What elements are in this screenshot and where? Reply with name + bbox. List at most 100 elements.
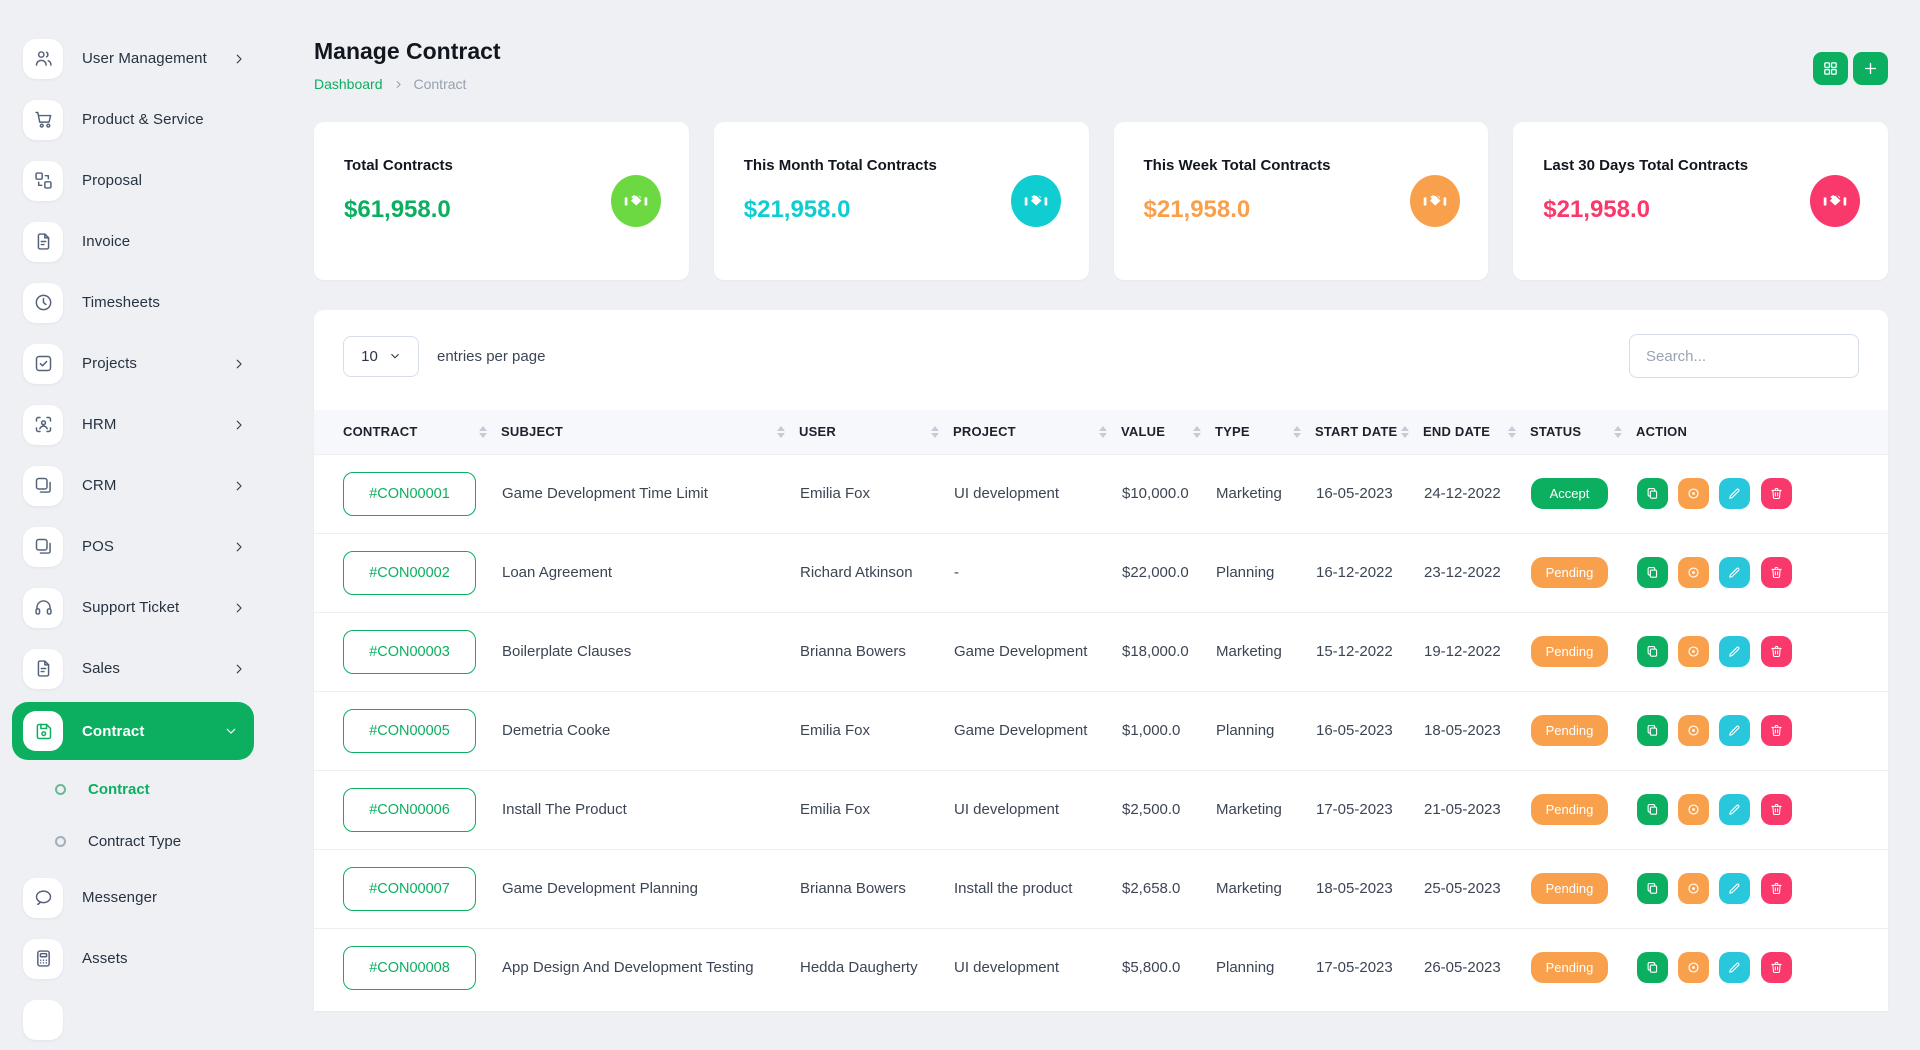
project-cell: UI development [953, 770, 1121, 849]
table-header-row: CONTRACT SUBJECT USER PROJECT VALUE TYPE… [314, 410, 1888, 454]
col-type[interactable]: TYPE [1215, 410, 1315, 454]
delete-button[interactable] [1761, 478, 1792, 509]
stat-card-30days: Last 30 Days Total Contracts $21,958.0 [1513, 122, 1888, 280]
sidebar-item-label: Assets [82, 950, 128, 967]
entries-per-page-select[interactable]: 10 [343, 336, 419, 377]
sidebar-item-projects[interactable]: Projects [0, 333, 268, 394]
sort-icon [1099, 426, 1107, 438]
status-badge[interactable]: Accept [1531, 478, 1608, 509]
duplicate-button[interactable] [1637, 794, 1668, 825]
edit-button[interactable] [1719, 873, 1750, 904]
search-input[interactable] [1629, 334, 1859, 378]
view-button[interactable] [1678, 715, 1709, 746]
edit-button[interactable] [1719, 557, 1750, 588]
view-button[interactable] [1678, 873, 1709, 904]
edit-button[interactable] [1719, 952, 1750, 983]
delete-button[interactable] [1761, 952, 1792, 983]
table-row: #CON00008 App Design And Development Tes… [314, 928, 1888, 1007]
subject-cell: Boilerplate Clauses [501, 612, 799, 691]
col-status[interactable]: STATUS [1530, 410, 1636, 454]
sidebar-item-timesheets[interactable]: Timesheets [0, 272, 268, 333]
delete-button[interactable] [1761, 557, 1792, 588]
duplicate-button[interactable] [1637, 557, 1668, 588]
col-action: ACTION [1636, 410, 1888, 454]
sidebar-item-assets[interactable]: Assets [0, 928, 268, 989]
view-button[interactable] [1678, 794, 1709, 825]
sort-icon [777, 426, 785, 438]
sidebar-subitem-contract-type[interactable]: Contract Type [0, 815, 268, 867]
col-end-date[interactable]: END DATE [1423, 410, 1530, 454]
delete-button[interactable] [1761, 873, 1792, 904]
contract-id-badge[interactable]: #CON00003 [343, 630, 476, 674]
edit-button[interactable] [1719, 715, 1750, 746]
chevron-right-icon [232, 357, 246, 371]
delete-button[interactable] [1761, 636, 1792, 667]
table-row: #CON00003 Boilerplate Clauses Brianna Bo… [314, 612, 1888, 691]
sidebar-item-support-ticket[interactable]: Support Ticket [0, 577, 268, 638]
floppy-icon [23, 711, 63, 751]
status-badge[interactable]: Pending [1531, 952, 1608, 983]
view-button[interactable] [1678, 478, 1709, 509]
sidebar-item-invoice[interactable]: Invoice [0, 211, 268, 272]
user-cell: Brianna Bowers [799, 849, 953, 928]
sidebar-item-contract[interactable]: Contract [12, 702, 254, 760]
chevron-right-icon [232, 540, 246, 554]
chevron-right-icon [232, 52, 246, 66]
edit-button[interactable] [1719, 478, 1750, 509]
edit-button[interactable] [1719, 794, 1750, 825]
status-badge[interactable]: Pending [1531, 873, 1608, 904]
col-contract[interactable]: CONTRACT [314, 410, 501, 454]
duplicate-button[interactable] [1637, 873, 1668, 904]
contract-id-badge[interactable]: #CON00002 [343, 551, 476, 595]
col-value[interactable]: VALUE [1121, 410, 1215, 454]
col-project[interactable]: PROJECT [953, 410, 1121, 454]
sidebar-item-sales[interactable]: Sales [0, 638, 268, 699]
stat-card-total: Total Contracts $61,958.0 [314, 122, 689, 280]
delete-button[interactable] [1761, 715, 1792, 746]
subject-cell: App Design And Development Testing [501, 928, 799, 1007]
contract-id-badge[interactable]: #CON00007 [343, 867, 476, 911]
status-badge[interactable]: Pending [1531, 557, 1608, 588]
duplicate-button[interactable] [1637, 636, 1668, 667]
contract-id-badge[interactable]: #CON00001 [343, 472, 476, 516]
contracts-table-card: 10 entries per page CONTRACT SUBJECT USE… [314, 310, 1888, 1011]
contract-id-badge[interactable]: #CON00006 [343, 788, 476, 832]
view-button[interactable] [1678, 952, 1709, 983]
sidebar-item-product-service[interactable]: Product & Service [0, 89, 268, 150]
view-button[interactable] [1678, 557, 1709, 588]
duplicate-button[interactable] [1637, 952, 1668, 983]
contract-id-badge[interactable]: #CON00005 [343, 709, 476, 753]
trash-icon [1769, 960, 1784, 975]
sidebar-subitem-label: Contract [88, 781, 150, 798]
view-button[interactable] [1678, 636, 1709, 667]
sidebar-item-user-management[interactable]: User Management [0, 28, 268, 89]
col-user[interactable]: USER [799, 410, 953, 454]
sidebar-item-crm[interactable]: CRM [0, 455, 268, 516]
col-start-date[interactable]: START DATE [1315, 410, 1423, 454]
status-badge[interactable]: Pending [1531, 636, 1608, 667]
sidebar-item-pos[interactable]: POS [0, 516, 268, 577]
status-badge[interactable]: Pending [1531, 794, 1608, 825]
sidebar-item-proposal[interactable]: Proposal [0, 150, 268, 211]
sidebar-item-messenger[interactable]: Messenger [0, 867, 268, 928]
breadcrumb-dashboard-link[interactable]: Dashboard [314, 76, 383, 92]
sidebar-item-hrm[interactable]: HRM [0, 394, 268, 455]
delete-button[interactable] [1761, 794, 1792, 825]
edit-button[interactable] [1719, 636, 1750, 667]
type-cell: Planning [1215, 691, 1315, 770]
pencil-icon [1727, 960, 1742, 975]
col-subject[interactable]: SUBJECT [501, 410, 799, 454]
duplicate-button[interactable] [1637, 715, 1668, 746]
sidebar-subitem-contract[interactable]: Contract [0, 763, 268, 815]
pencil-icon [1727, 565, 1742, 580]
subject-cell: Install The Product [501, 770, 799, 849]
grid-view-button[interactable] [1813, 52, 1848, 85]
status-badge[interactable]: Pending [1531, 715, 1608, 746]
end-date-cell: 25-05-2023 [1423, 849, 1530, 928]
add-contract-button[interactable] [1853, 52, 1888, 85]
duplicate-button[interactable] [1637, 478, 1668, 509]
sidebar-item-partial[interactable] [0, 989, 268, 1050]
sidebar-item-label: Proposal [82, 172, 142, 189]
start-date-cell: 16-05-2023 [1315, 691, 1423, 770]
contract-id-badge[interactable]: #CON00008 [343, 946, 476, 990]
